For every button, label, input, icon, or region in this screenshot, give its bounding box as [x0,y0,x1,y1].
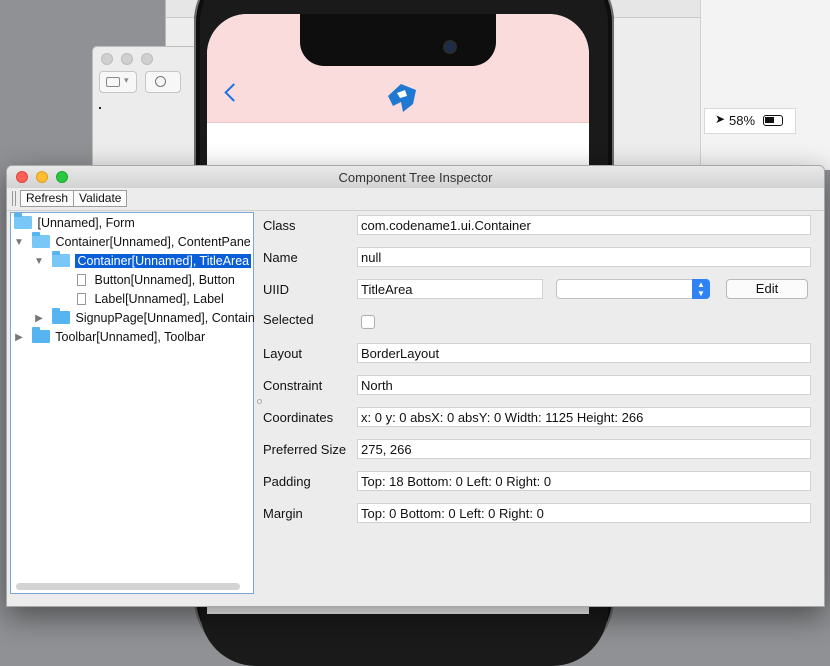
tree-node-button[interactable]: Button[Unnamed], Button [77,271,235,290]
dot-marker [99,107,101,109]
leaf-node-icon [77,293,86,305]
tree-node-toolbar[interactable]: Toolbar[Unnamed], Toolbar [32,327,206,347]
margin-field[interactable]: Top: 0 Bottom: 0 Left: 0 Right: 0 [357,503,811,523]
tree-node-label: SignupPage[Unnamed], Contain [75,311,255,325]
zoom-out-button[interactable] [145,71,181,93]
component-tree[interactable]: [Unnamed], Form ▼ Container[Unnamed], Co… [10,212,255,594]
class-field[interactable]: com.codename1.ui.Container [357,215,811,235]
margin-label: Margin [263,506,303,521]
battery-icon [763,115,783,126]
app-logo-icon [388,84,416,112]
padding-label: Padding [263,474,311,489]
magnifier-minus-icon [155,76,166,87]
simulator-side-panel [700,0,830,170]
tree-node-contentpane[interactable]: Container[Unnamed], ContentPane [32,232,251,252]
constraint-label: Constraint [263,378,323,393]
tree-node-label: [Unnamed], Form [37,216,135,230]
battery-percent: 58% [729,113,756,128]
selected-checkbox[interactable] [361,315,375,329]
class-label: Class [263,218,296,233]
sidebar-icon [106,77,120,87]
device-status-bar: ➤ 58% [704,108,796,134]
phone-notch [300,14,496,66]
selected-label: Selected [263,312,314,327]
preferred-size-label: Preferred Size [263,442,347,457]
layout-label: Layout [263,346,303,361]
constraint-field[interactable]: North [357,375,811,395]
divider-handle-icon[interactable] [257,399,262,404]
dropdown-arrows-icon[interactable]: ▲ ▼ [692,279,710,299]
tree-node-label: Button[Unnamed], Button [94,273,235,287]
inspector-toolbar: Refresh Validate [7,188,824,211]
padding-field[interactable]: Top: 18 Bottom: 0 Left: 0 Right: 0 [357,471,811,491]
folder-open-icon [52,251,70,267]
component-tree-inspector-window: Component Tree Inspector Refresh Validat… [6,165,825,607]
tree-node-titlearea[interactable]: Container[Unnamed], TitleArea [52,251,252,271]
uiid-dropdown[interactable]: ▲ ▼ [556,279,710,299]
chevron-down-icon: ▾ [124,75,129,85]
coordinates-field[interactable]: x: 0 y: 0 absX: 0 absY: 0 Width: 1125 He… [357,407,811,427]
folder-icon [52,308,70,324]
folder-icon [32,327,50,343]
edit-button[interactable]: Edit [726,279,808,299]
minimize-light-icon[interactable] [121,53,133,65]
back-chevron-icon[interactable] [224,83,243,102]
collapsed-caret-icon[interactable]: ▶ [14,332,24,343]
tree-node-label-selected: Container[Unnamed], TitleArea [75,254,252,268]
folder-open-icon [32,232,50,248]
folder-open-icon [14,213,32,229]
refresh-button[interactable]: Refresh [20,190,75,207]
preferred-size-field[interactable]: 275, 266 [357,439,811,459]
close-light-icon[interactable] [101,53,113,65]
name-field[interactable]: null [357,247,811,267]
tree-node-label: Container[Unnamed], ContentPane [55,235,251,249]
location-arrow-icon: ➤ [715,112,726,126]
tree-node-label: Label[Unnamed], Label [94,292,224,306]
tree-node-label: Toolbar[Unnamed], Toolbar [55,330,206,344]
coordinates-label: Coordinates [263,410,334,425]
expanded-caret-icon[interactable]: ▼ [14,237,24,248]
window-title: Component Tree Inspector [338,170,493,185]
zoom-light-icon[interactable] [141,53,153,65]
expanded-caret-icon[interactable]: ▼ [34,256,44,267]
tree-node-form[interactable]: [Unnamed], Form [14,213,135,233]
horizontal-scrollbar[interactable] [16,583,240,590]
camera-icon [443,40,457,54]
tree-node-label[interactable]: Label[Unnamed], Label [77,290,224,309]
uiid-field[interactable]: TitleArea [357,279,543,299]
window-titlebar: Component Tree Inspector [7,166,824,189]
leaf-node-icon [77,274,86,286]
toolbar-grip-icon[interactable] [12,191,16,206]
validate-button[interactable]: Validate [73,190,128,207]
collapsed-caret-icon[interactable]: ▶ [34,313,44,324]
sidebar-toggle-button[interactable]: ▾ [99,71,137,93]
tree-node-signuppage[interactable]: SignupPage[Unnamed], Contain [52,308,255,328]
layout-field[interactable]: BorderLayout [357,343,811,363]
name-label: Name [263,250,298,265]
uiid-label: UIID [263,282,289,297]
